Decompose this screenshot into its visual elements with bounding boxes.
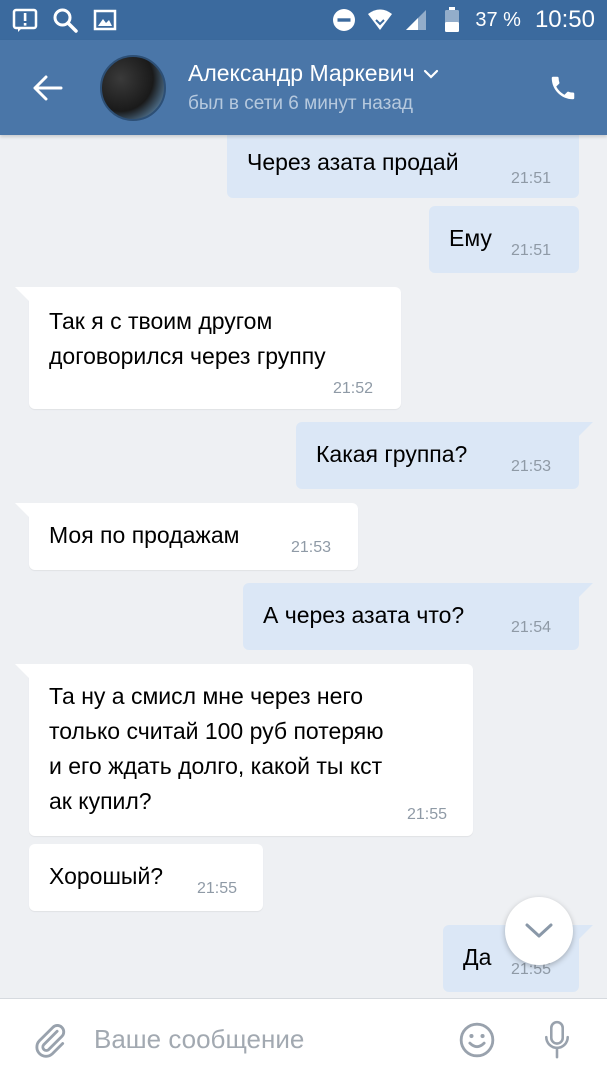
message-list[interactable]: Через азата продай 21:51 Ему 21:51 Так я… xyxy=(0,135,607,998)
message-bubble-incoming[interactable]: Та ну а смисл мне через него только счит… xyxy=(15,664,473,836)
chevron-down-icon xyxy=(423,69,438,79)
message-bubble-outgoing[interactable]: Через азата продай 21:51 xyxy=(227,135,579,198)
message-bubble-incoming[interactable]: Так я с твоим другом договорился через г… xyxy=(15,287,401,409)
contact-info[interactable]: Александр Маркевич был в сети 6 минут на… xyxy=(188,60,439,115)
back-button[interactable] xyxy=(22,62,74,114)
message-bubble-outgoing[interactable]: Какая группа? 21:53 xyxy=(296,422,593,489)
voice-message-button[interactable] xyxy=(537,1018,577,1062)
message-text: Так я с твоим другом договорился через г… xyxy=(49,308,326,369)
message-composer xyxy=(0,998,607,1080)
wifi-icon xyxy=(367,7,393,33)
message-bubble-incoming[interactable]: Хорошый? 21:55 xyxy=(29,844,263,911)
alert-notification-icon xyxy=(12,7,38,33)
do-not-disturb-icon xyxy=(331,7,357,33)
chevron-down-icon xyxy=(525,923,553,938)
message-text: Хорошый? xyxy=(49,863,164,889)
message-time: 21:55 xyxy=(197,880,238,897)
message-time: 21:53 xyxy=(511,458,552,475)
microphone-icon xyxy=(544,1020,569,1058)
message-bubble-outgoing[interactable]: А через азата что? 21:54 xyxy=(243,583,593,650)
status-bar: 37 % 10:50 xyxy=(0,0,607,40)
chat-header: Александр Маркевич был в сети 6 минут на… xyxy=(0,40,607,135)
message-text: Да xyxy=(463,944,492,970)
message-text: Моя по продажам xyxy=(49,522,240,548)
message-time: 21:52 xyxy=(333,380,374,397)
message-bubble-outgoing[interactable]: Ему 21:51 xyxy=(429,206,579,273)
message-bubble-incoming[interactable]: Моя по продажам 21:53 xyxy=(15,503,358,570)
message-text: А через азата что? xyxy=(263,602,465,628)
emoji-button[interactable] xyxy=(455,1018,499,1062)
message-time: 21:55 xyxy=(407,806,448,823)
smiley-icon xyxy=(459,1022,495,1057)
attach-button[interactable] xyxy=(28,1018,72,1062)
call-button[interactable] xyxy=(543,68,583,108)
avatar[interactable] xyxy=(100,54,166,121)
message-time: 21:54 xyxy=(511,619,552,636)
paperclip-icon xyxy=(35,1023,66,1058)
scroll-to-bottom-button[interactable] xyxy=(505,897,573,965)
message-time: 21:51 xyxy=(511,242,552,259)
message-time: 21:51 xyxy=(511,170,552,187)
arrow-left-icon xyxy=(33,75,63,100)
phone-icon xyxy=(551,76,575,99)
message-text: Какая группа? xyxy=(316,441,468,467)
message-time: 21:53 xyxy=(291,539,332,556)
search-notification-icon xyxy=(52,7,78,33)
clock: 10:50 xyxy=(534,6,595,33)
message-text: Та ну а смисл мне через него только счит… xyxy=(49,683,384,814)
message-text: Ему xyxy=(449,225,492,251)
contact-name: Александр Маркевич xyxy=(188,60,415,86)
gallery-notification-icon xyxy=(92,7,118,33)
battery-percent: 37 % xyxy=(475,8,521,31)
message-text: Через азата продай xyxy=(247,149,459,175)
signal-icon xyxy=(403,7,429,33)
message-input[interactable] xyxy=(94,1024,429,1055)
contact-status: был в сети 6 минут назад xyxy=(188,93,414,114)
battery-icon xyxy=(439,7,465,33)
